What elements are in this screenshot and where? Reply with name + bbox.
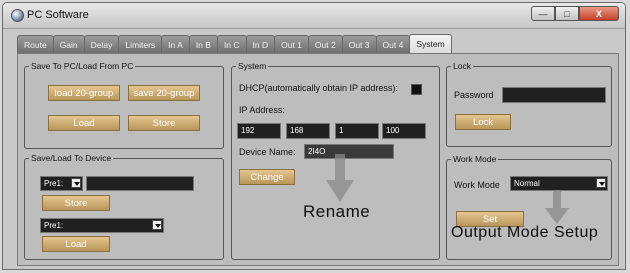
store-device-button[interactable]: Store — [42, 195, 110, 211]
tab-out-3[interactable]: Out 3 — [341, 35, 377, 53]
chevron-down-icon[interactable] — [152, 220, 162, 230]
password-input[interactable] — [502, 87, 606, 103]
preset-load-label: Pre1: — [44, 221, 64, 230]
change-button[interactable]: Change — [239, 169, 295, 185]
arrow-down-icon — [545, 190, 569, 224]
maximize-button[interactable]: □ — [555, 6, 579, 21]
window-title: PC Software — [27, 9, 89, 21]
ip-octet-1-field[interactable]: 192 — [237, 123, 281, 139]
arrow-down-icon — [326, 154, 354, 202]
store-pc-button[interactable]: Store — [128, 115, 200, 131]
tab-bar: Route Gain Delay Limiters In A In B In C… — [17, 34, 452, 54]
system-legend: System — [238, 61, 267, 71]
dhcp-checkbox[interactable] — [411, 84, 422, 95]
dhcp-label: DHCP(automatically obtain IP address): — [239, 83, 398, 93]
window-controls: — □ X — [531, 6, 619, 21]
tab-out-1[interactable]: Out 1 — [274, 35, 309, 53]
tab-gain[interactable]: Gain — [52, 35, 85, 53]
load-device-button[interactable]: Load — [42, 236, 110, 252]
load-pc-button[interactable]: Load — [48, 115, 120, 131]
password-label: Password — [454, 90, 494, 100]
tab-in-d[interactable]: In D — [245, 35, 276, 53]
preset-store-select[interactable]: Pre1: — [40, 176, 83, 191]
tab-delay[interactable]: Delay — [83, 35, 120, 53]
work-mode-select[interactable]: Normal — [510, 176, 608, 191]
tab-in-b[interactable]: In B — [188, 35, 218, 53]
ip-octet-3-field[interactable]: 1 — [335, 123, 379, 139]
lock-group: Lock — [446, 61, 612, 147]
chevron-down-icon[interactable] — [71, 178, 81, 188]
preset-store-label: Pre1: — [44, 179, 64, 188]
save-to-pc-legend: Save To PC/Load From PC — [31, 61, 134, 71]
work-mode-value: Normal — [514, 179, 540, 188]
save-load-device-legend: Save/Load To Device — [31, 153, 112, 163]
device-name-label: Device Name: — [239, 147, 296, 157]
app-icon — [11, 9, 24, 22]
load-20-group-button[interactable]: load 20-group — [48, 85, 120, 101]
save-20-group-button[interactable]: save 20-group — [128, 85, 200, 101]
tab-system[interactable]: System — [409, 34, 452, 54]
app-window: PC Software — □ X Route Gain Delay Limit… — [2, 2, 626, 270]
tab-limiters[interactable]: Limiters — [118, 35, 163, 53]
ip-octet-4-field[interactable]: 100 — [382, 123, 426, 139]
chevron-down-icon[interactable] — [596, 178, 606, 188]
ip-address-label: IP Address: — [239, 105, 285, 115]
title-bar[interactable]: PC Software — □ X — [3, 3, 625, 29]
save-to-pc-group: Save To PC/Load From PC — [24, 61, 224, 149]
minimize-button[interactable]: — — [531, 6, 555, 21]
tab-in-c[interactable]: In C — [216, 35, 247, 53]
rename-annotation: Rename — [303, 202, 371, 221]
system-tab-panel: Save To PC/Load From PC load 20-group sa… — [17, 53, 619, 266]
work-mode-label: Work Mode — [454, 180, 500, 190]
lock-button[interactable]: Lock — [455, 114, 511, 130]
output-mode-setup-annotation: Output Mode Setup — [451, 224, 599, 241]
work-mode-group: Work Mode — [446, 154, 612, 260]
lock-legend: Lock — [453, 61, 471, 71]
tab-in-a[interactable]: In A — [161, 35, 190, 53]
ip-octet-2-field[interactable]: 168 — [286, 123, 330, 139]
close-button[interactable]: X — [579, 6, 619, 21]
work-mode-legend: Work Mode — [453, 154, 497, 164]
preset-name-input[interactable] — [86, 176, 194, 191]
preset-load-select[interactable]: Pre1: — [40, 218, 164, 233]
tab-out-2[interactable]: Out 2 — [307, 35, 343, 53]
tab-route[interactable]: Route — [17, 35, 54, 53]
tab-out-4[interactable]: Out 4 — [375, 35, 411, 53]
